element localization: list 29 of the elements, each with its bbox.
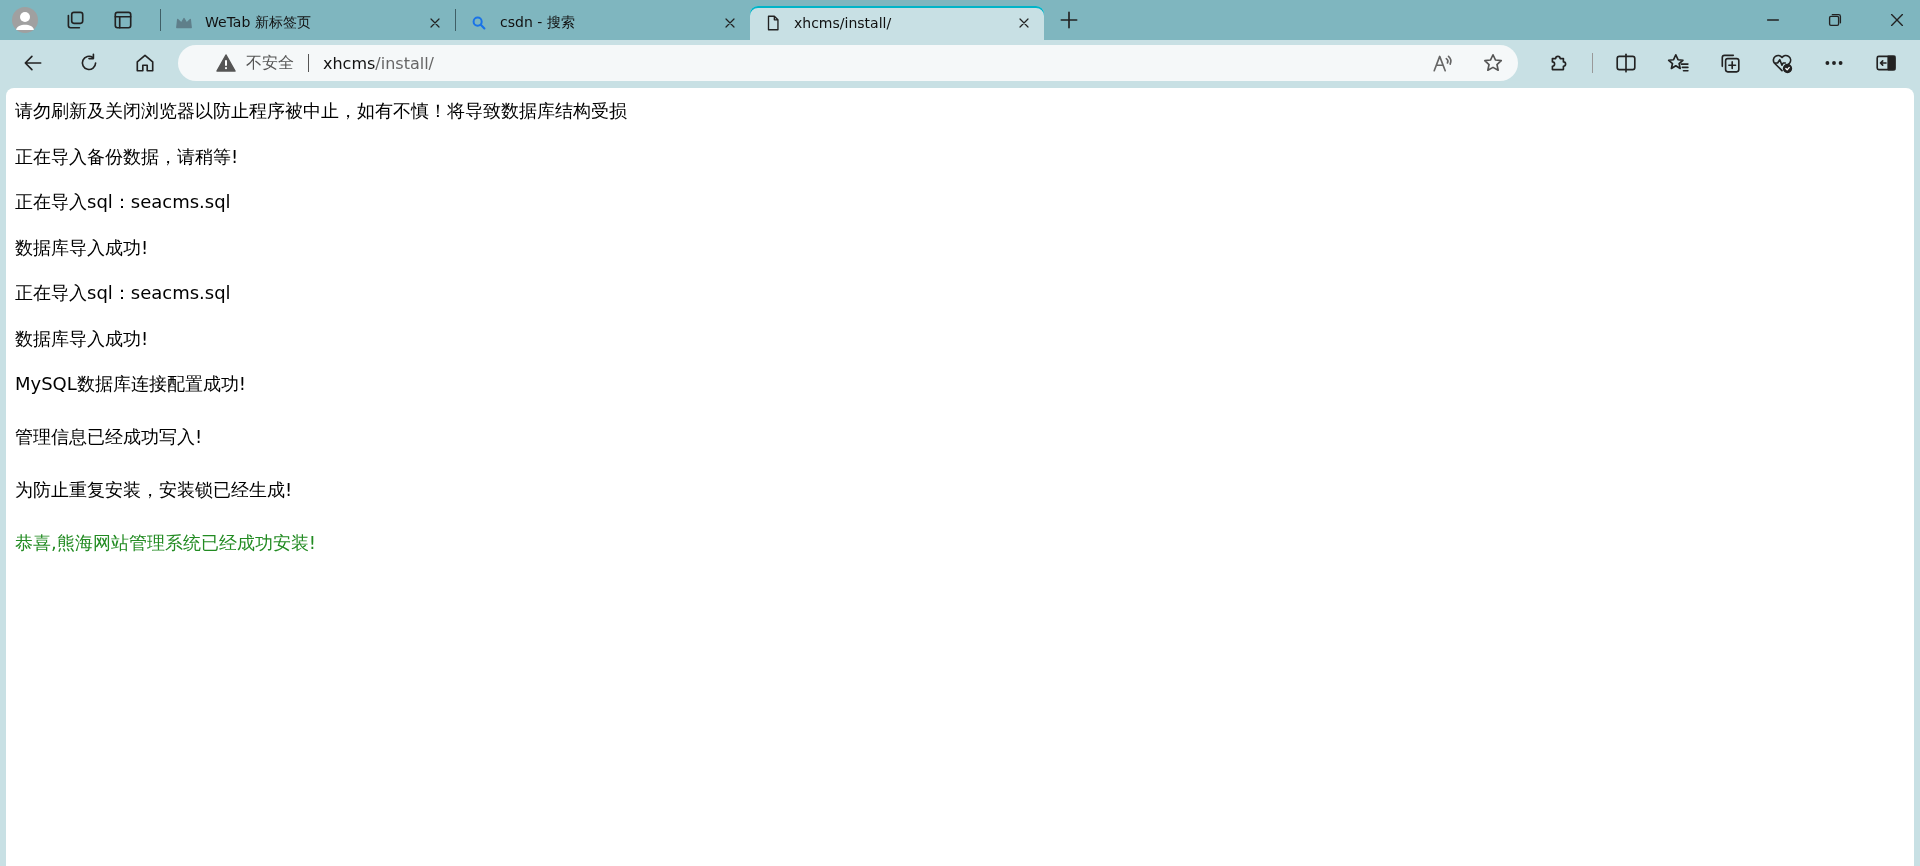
- url-text[interactable]: xhcms/install/: [323, 53, 434, 73]
- collections-icon[interactable]: [1719, 52, 1741, 74]
- status-message: 为防止重复安装，安装锁已经生成!: [15, 478, 294, 502]
- home-icon[interactable]: [134, 52, 156, 74]
- tab-actions-icon[interactable]: [112, 9, 134, 31]
- close-icon[interactable]: [1888, 11, 1906, 29]
- status-message: 数据库导入成功!: [15, 235, 150, 260]
- browser-tab[interactable]: xhcms/install/: [750, 6, 1044, 40]
- address-bar[interactable]: 不安全 xhcms/install/: [178, 45, 1518, 81]
- favorites-icon[interactable]: [1667, 52, 1689, 74]
- warning-icon: [216, 53, 236, 73]
- new-tab-icon[interactable]: [1058, 9, 1080, 31]
- star-icon[interactable]: [1482, 52, 1504, 74]
- status-message: 正在导入sql：seacms.sql: [15, 281, 232, 305]
- status-message: 正在导入sql：seacms.sql: [15, 190, 232, 214]
- status-message: MySQL数据库连接配置成功!: [15, 372, 248, 396]
- status-message: 管理信息已经成功写入!: [15, 425, 204, 449]
- profile-avatar[interactable]: [12, 7, 38, 33]
- split-screen-icon[interactable]: [1615, 52, 1637, 74]
- status-message: 数据库导入成功!: [15, 326, 150, 351]
- restore-icon[interactable]: [1826, 11, 1844, 29]
- security-label[interactable]: 不安全: [246, 52, 294, 74]
- status-message: 请勿刷新及关闭浏览器以防止程序被中止，如有不慎！将导致数据库结构受损: [15, 99, 628, 123]
- browser-tab[interactable]: WeTab 新标签页: [161, 6, 455, 40]
- search-icon: [470, 14, 488, 32]
- browser-tab[interactable]: csdn - 搜索: [456, 6, 750, 40]
- success-message: 恭喜,熊海网站管理系统已经成功安装!: [15, 531, 317, 555]
- status-message: 正在导入备份数据，请稍等!: [15, 144, 240, 169]
- heart-check-icon[interactable]: [1771, 52, 1793, 74]
